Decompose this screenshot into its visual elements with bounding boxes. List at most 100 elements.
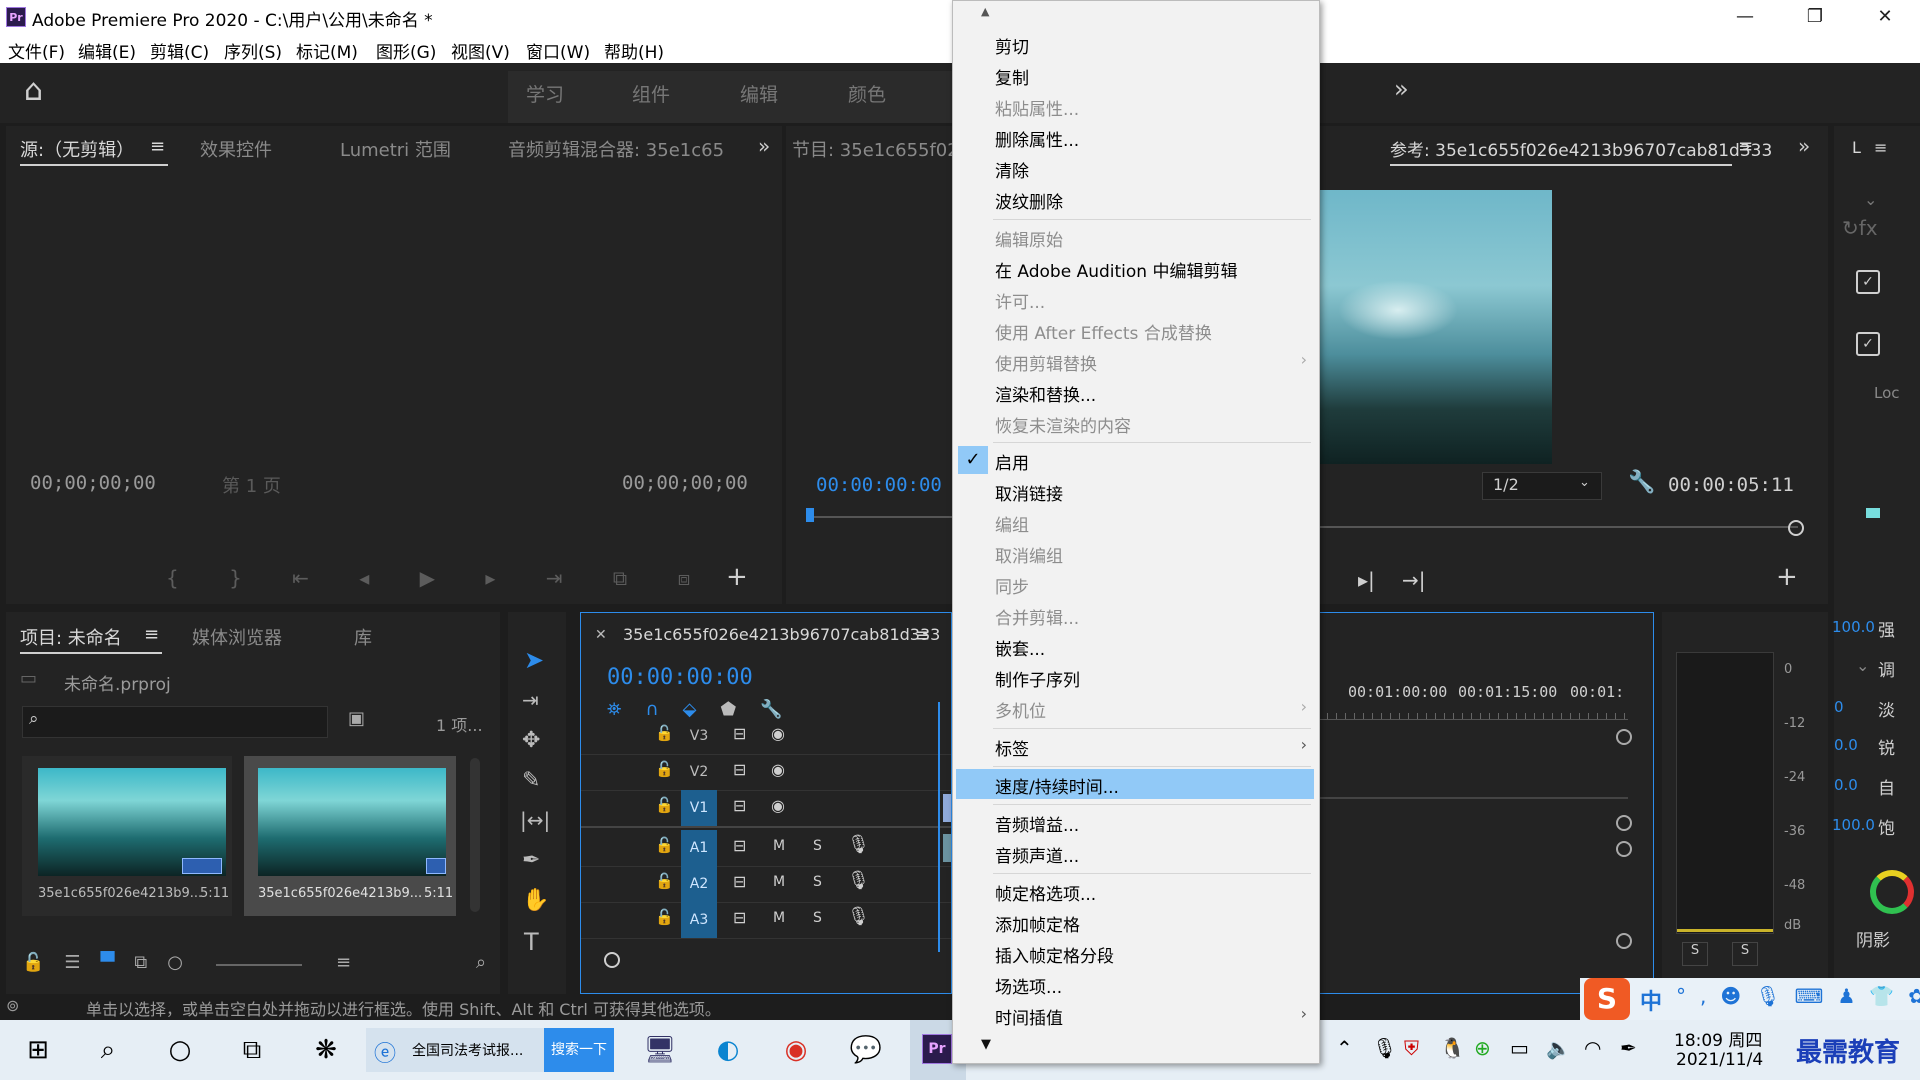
panel-more-icon[interactable]: » — [1798, 134, 1810, 158]
value-saturation[interactable]: 100.0 — [1832, 816, 1875, 834]
scroll-handle[interactable] — [1616, 933, 1632, 949]
timeline-menu-icon[interactable]: ≡ — [915, 625, 930, 646]
menu-edit[interactable]: 编辑(E) — [78, 38, 136, 63]
menu-item-unlink[interactable]: 取消链接 — [953, 476, 1319, 506]
microphone-icon[interactable]: 🎙 — [847, 906, 870, 927]
menu-sequence[interactable]: 序列(S) — [224, 38, 282, 63]
clock-time[interactable]: 18:09 周四 — [1674, 1026, 1762, 1051]
ripple-edit-tool-icon[interactable]: ✥ — [522, 728, 540, 753]
lock-icon[interactable]: 🔓 — [22, 952, 64, 973]
qq-icon[interactable]: 🐧 — [1440, 1036, 1465, 1060]
menu-item-replace-with-clip[interactable]: 使用剪辑替换 › — [953, 346, 1319, 376]
pen-icon[interactable]: ✒ — [1620, 1036, 1637, 1060]
menu-graphics[interactable]: 图形(G) — [376, 38, 436, 63]
scroll-up-icon[interactable]: ▲ — [981, 5, 989, 18]
chevron-down-icon[interactable]: ⌄ — [1864, 190, 1877, 209]
menu-item-enable[interactable]: ✓ 启用 — [953, 445, 1319, 475]
menu-item-copy[interactable]: 复制 — [953, 60, 1319, 90]
project-search-input[interactable]: ⌕ — [22, 706, 328, 738]
wechat-icon[interactable]: 💬 — [846, 1020, 886, 1080]
sync-lock-icon[interactable]: ⊟ — [733, 836, 746, 855]
track-label-a3[interactable]: A3 — [681, 902, 717, 938]
menu-item-cut[interactable]: 剪切 — [953, 29, 1319, 59]
task-view-icon[interactable]: ⧉ — [232, 1020, 272, 1080]
wrench-icon[interactable]: 🔧 — [1628, 470, 1655, 495]
menu-item-render-and-replace[interactable]: 渲染和替换... — [953, 377, 1319, 407]
menu-item-restore-unrendered[interactable]: 恢复未渲染的内容 — [953, 408, 1319, 438]
tab-effect-controls[interactable]: 效果控件 — [200, 136, 272, 162]
workspace-more-icon[interactable]: » — [1394, 75, 1409, 103]
reference-scrub-bar[interactable] — [1318, 526, 1798, 528]
workspace-tab-assembly[interactable]: 组件 — [632, 80, 670, 107]
eye-icon[interactable]: ◉ — [771, 760, 785, 779]
lock-icon[interactable]: 🔓 — [655, 872, 674, 890]
source-menu-icon[interactable]: ≡ — [150, 136, 165, 157]
menu-item-label-submenu[interactable]: 标签 › — [953, 731, 1319, 761]
menu-item-clear[interactable]: 清除 — [953, 153, 1319, 183]
value-sharpen[interactable]: 0.0 — [1834, 736, 1858, 754]
project-scrollbar[interactable] — [470, 758, 480, 912]
scroll-down-icon[interactable]: ▼ — [981, 1037, 991, 1052]
reference-menu-icon[interactable]: ≡ — [1738, 136, 1753, 157]
windows-start-icon[interactable]: ⊞ — [18, 1020, 58, 1080]
video-clip[interactable] — [943, 794, 951, 822]
restore-button[interactable]: ❐ — [1780, 0, 1850, 33]
search-button[interactable]: 搜索一下 — [544, 1028, 614, 1072]
wifi-icon[interactable]: ◠ — [1584, 1036, 1601, 1060]
project-item-card[interactable]: 35e1c655f026e4213b9... 5:11 — [22, 756, 232, 916]
menu-item-add-frame-hold[interactable]: 添加帧定格 — [953, 907, 1319, 937]
chrome-icon[interactable]: ◉ — [776, 1020, 816, 1080]
sort-icon[interactable]: ≡ — [336, 952, 351, 973]
edge-icon[interactable]: ◐ — [708, 1020, 748, 1080]
search-icon[interactable]: ⌕ — [88, 1020, 128, 1080]
value-strength[interactable]: 100.0 — [1832, 618, 1875, 636]
razor-tool-icon[interactable]: ✎ — [522, 768, 540, 793]
project-item-card[interactable]: 35e1c655f026e4213b9... 5:11 — [244, 756, 456, 916]
ruler-ticks[interactable] — [1318, 713, 1628, 720]
menu-item-multi-camera[interactable]: 多机位 › — [953, 693, 1319, 723]
sogou-logo-icon[interactable]: S — [1584, 978, 1630, 1020]
tab-libraries[interactable]: 库 — [354, 624, 372, 650]
track-label-a2[interactable]: A2 — [681, 866, 717, 902]
linked-selection-icon[interactable]: ⬙ — [683, 699, 721, 720]
cortana-icon[interactable]: ○ — [160, 1020, 200, 1080]
clock-date[interactable]: 2021/11/4 — [1676, 1050, 1763, 1070]
menu-item-insert-frame-hold-segment[interactable]: 插入帧定格分段 — [953, 938, 1319, 968]
audio-clip[interactable] — [943, 834, 951, 862]
program-playhead[interactable] — [806, 508, 814, 522]
timeline-timecode[interactable]: 00:00:00:00 — [607, 665, 753, 690]
menu-item-remove-attributes[interactable]: 删除属性... — [953, 122, 1319, 152]
menu-item-nest[interactable]: 嵌套... — [953, 631, 1319, 661]
solo-button[interactable]: S — [813, 874, 822, 890]
menu-markers[interactable]: 标记(M) — [296, 38, 358, 63]
lock-icon[interactable]: 🔓 — [655, 760, 674, 778]
slip-tool-icon[interactable]: |↔| — [520, 808, 550, 832]
app-icon[interactable]: ❋ — [306, 1020, 346, 1080]
add-marker-icon[interactable]: ⬟ — [720, 699, 760, 720]
project-menu-icon[interactable]: ≡ — [144, 624, 159, 645]
track-label-v2[interactable]: V2 — [681, 754, 717, 790]
side-panel-menu-icon[interactable]: ≡ — [1874, 138, 1887, 157]
meter-solo-right[interactable]: S — [1732, 942, 1758, 966]
timeline-zoom-handle[interactable] — [604, 952, 620, 968]
menu-item-time-interpolation[interactable]: 时间插值 › — [953, 1000, 1319, 1030]
step-forward-icon[interactable]: ▸| — [1358, 568, 1375, 592]
source-add-button[interactable]: + — [726, 562, 748, 592]
menu-item-audio-channels[interactable]: 音频声道... — [953, 838, 1319, 868]
zoom-slider[interactable] — [216, 964, 302, 966]
panel-more-icon[interactable]: » — [758, 134, 770, 158]
scrub-end-handle[interactable] — [1788, 520, 1804, 536]
sync-lock-icon[interactable]: ⊟ — [733, 760, 746, 779]
type-tool-icon[interactable]: T — [524, 928, 539, 956]
pen-tool-icon[interactable]: ✒ — [522, 848, 540, 873]
menu-item-field-options[interactable]: 场选项... — [953, 969, 1319, 999]
go-to-out-icon[interactable]: →| — [1402, 568, 1426, 592]
tab-source[interactable]: 源:（无剪辑） — [20, 136, 134, 162]
menu-view[interactable]: 视图(V) — [451, 38, 510, 63]
menu-item-make-subsequence[interactable]: 制作子序列 — [953, 662, 1319, 692]
workspace-tab-color[interactable]: 颜色 — [848, 80, 886, 107]
tab-reference[interactable]: 参考: 35e1c655f026e4213b96707cab81d333 — [1390, 136, 1772, 161]
mute-button[interactable]: M — [773, 874, 785, 890]
solo-button[interactable]: S — [813, 838, 822, 854]
solo-button[interactable]: S — [813, 910, 822, 926]
